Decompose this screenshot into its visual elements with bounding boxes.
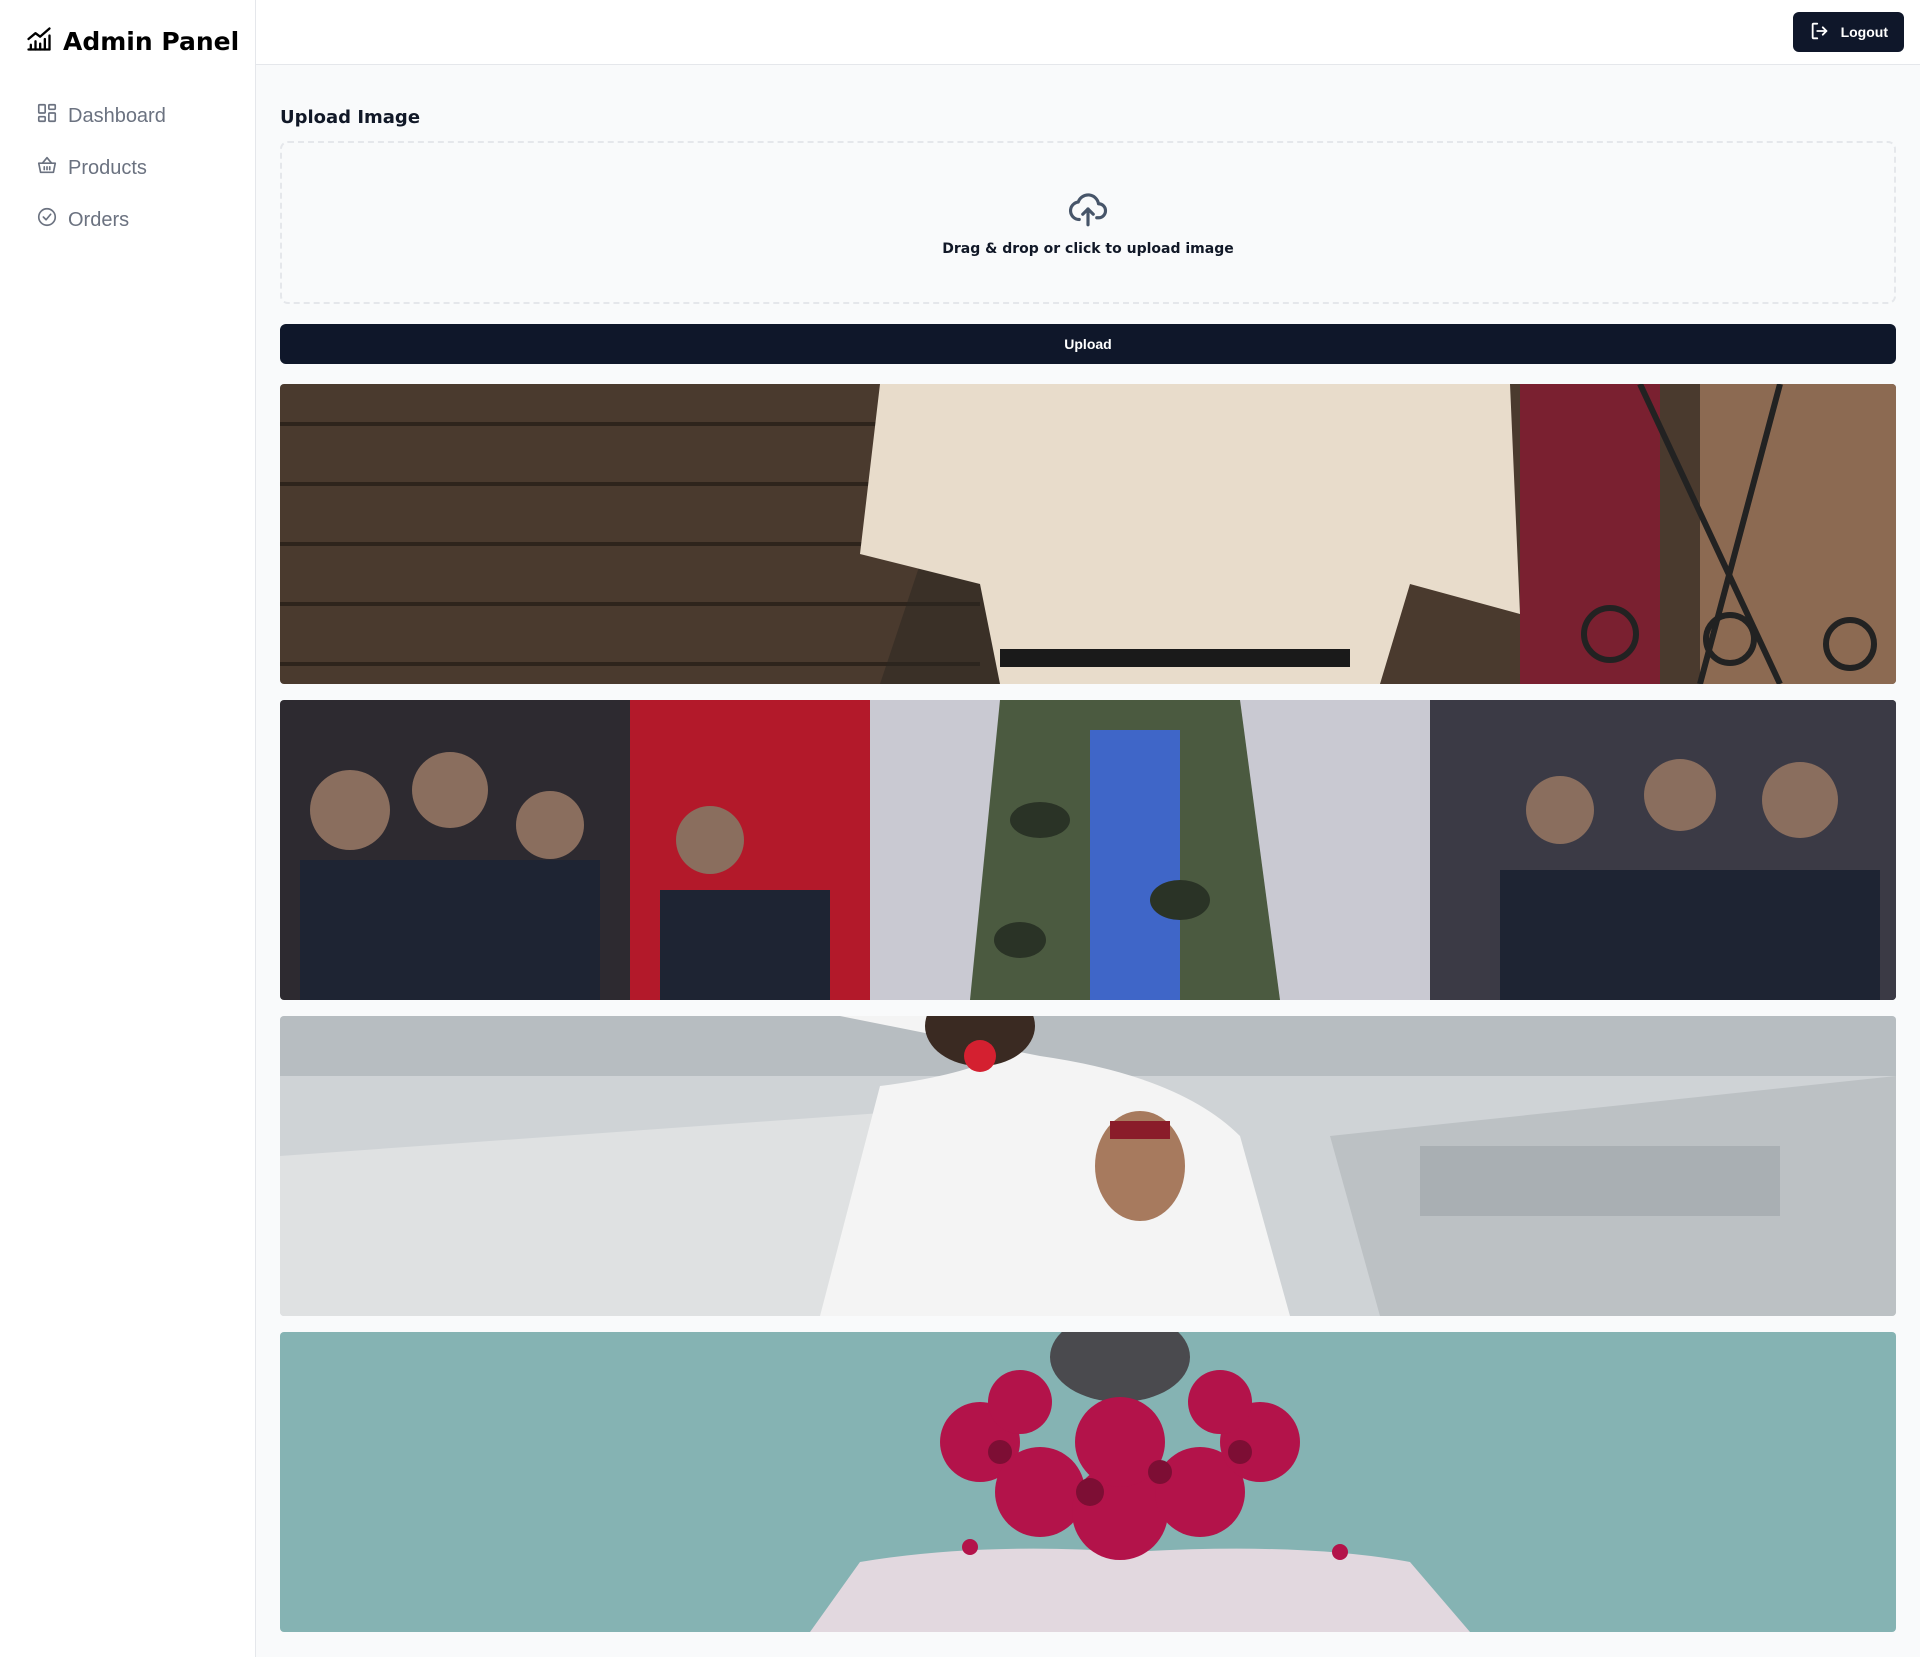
- sidebar-item-dashboard[interactable]: Dashboard: [24, 92, 231, 140]
- logout-button[interactable]: Logout: [1792, 12, 1904, 52]
- photo-white-shirt-red-earring: [280, 1016, 1896, 1316]
- sidebar-item-label: Products: [68, 156, 147, 179]
- main-area: Logout Upload Image Drag & drop or click…: [256, 0, 1920, 1657]
- dropzone-text: Drag & drop or click to upload image: [942, 241, 1234, 257]
- sidebar-item-products[interactable]: Products: [24, 144, 231, 192]
- cloud-upload-icon: [1067, 188, 1109, 235]
- upload-button[interactable]: Upload: [280, 324, 1896, 364]
- dashboard-grid-icon: [36, 102, 58, 130]
- gallery-image[interactable]: [280, 1016, 1896, 1316]
- photo-runway-camo-jacket: [280, 700, 1896, 1000]
- image-dropzone[interactable]: Drag & drop or click to upload image: [280, 141, 1896, 304]
- app-root: Admin Panel Dashboard Products Orders Lo…: [0, 0, 1920, 1657]
- photo-beige-dress-brick-wall: [280, 384, 1896, 684]
- gallery-image[interactable]: [280, 384, 1896, 684]
- photo-red-floral-collar-teal: [280, 1332, 1896, 1632]
- sidebar-item-label: Dashboard: [68, 104, 166, 127]
- gallery-image[interactable]: [280, 700, 1896, 1000]
- logout-label: Logout: [1840, 24, 1888, 40]
- logout-icon: [1809, 20, 1831, 45]
- topbar: Logout: [256, 0, 1920, 65]
- sidebar-nav: Dashboard Products Orders: [0, 82, 255, 254]
- brand: Admin Panel: [0, 0, 255, 82]
- upload-section: Upload Image Drag & drop or click to upl…: [256, 65, 1920, 1632]
- section-title: Upload Image: [280, 107, 421, 128]
- gallery-image[interactable]: [280, 1332, 1896, 1632]
- check-circle-icon: [36, 206, 58, 234]
- brand-title: Admin Panel: [63, 26, 240, 56]
- chart-line-icon: [25, 25, 53, 58]
- basket-icon: [36, 154, 58, 182]
- sidebar: Admin Panel Dashboard Products Orders: [0, 0, 256, 1657]
- sidebar-item-label: Orders: [68, 208, 130, 231]
- sidebar-item-orders[interactable]: Orders: [24, 196, 231, 244]
- image-gallery: [280, 384, 1896, 1632]
